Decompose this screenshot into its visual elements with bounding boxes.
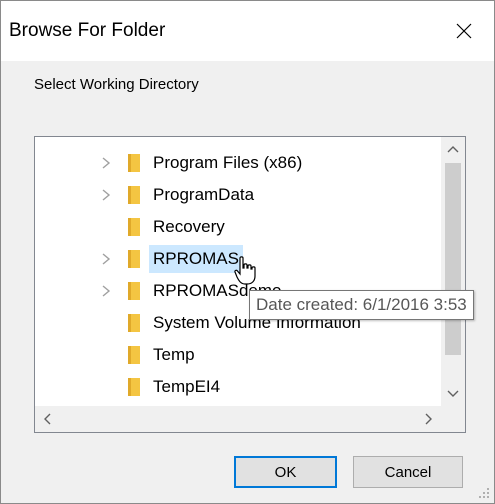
folder-icon (128, 314, 140, 332)
tree-item-label: Recovery (153, 217, 225, 236)
resize-grip-icon[interactable] (478, 487, 490, 499)
cancel-button[interactable]: Cancel (353, 456, 463, 488)
scroll-right-button[interactable] (417, 406, 441, 432)
hand-cursor-icon (234, 255, 258, 287)
browse-folder-dialog: Browse For Folder Select Working Directo… (0, 0, 495, 504)
scrollbar-corner (441, 406, 465, 432)
chevron-right-icon[interactable] (99, 283, 113, 299)
scroll-up-button[interactable] (441, 137, 465, 161)
tree-item-label: RPROMAS (153, 249, 239, 268)
dialog-title: Browse For Folder (9, 20, 166, 41)
vertical-scrollbar[interactable] (441, 137, 465, 406)
arrow-down-icon (447, 390, 459, 397)
tree-item-temp[interactable]: Temp (35, 339, 441, 371)
folder-icon (128, 154, 140, 172)
instruction-text: Select Working Directory (34, 76, 199, 93)
close-button[interactable] (434, 7, 494, 55)
folder-icon (128, 378, 140, 396)
scroll-down-button[interactable] (441, 382, 465, 406)
folder-icon (128, 186, 140, 204)
folder-icon (128, 346, 140, 364)
tree-item-label: Program Files (x86) (153, 153, 303, 172)
folder-icon (128, 282, 140, 300)
scroll-left-button[interactable] (35, 406, 59, 432)
arrow-left-icon (44, 413, 51, 425)
tree-item-programdata[interactable]: ProgramData (35, 179, 441, 211)
tree-item-program-files-x86[interactable]: Program Files (x86) (35, 147, 441, 179)
folder-icon (128, 218, 140, 236)
tree-item-label: Temp (153, 345, 195, 364)
date-created-tooltip: Date created: 6/1/2016 3:53 (249, 290, 474, 320)
chevron-right-icon[interactable] (99, 187, 113, 203)
tree-item-label: TempEI4 (153, 377, 221, 396)
close-icon (456, 23, 472, 39)
folder-icon (128, 250, 140, 268)
arrow-right-icon (425, 413, 432, 425)
tree-item-recovery[interactable]: Recovery (35, 211, 441, 243)
ok-button[interactable]: OK (234, 456, 337, 488)
vertical-scroll-thumb[interactable] (445, 163, 461, 355)
tree-item-label: ProgramData (153, 185, 255, 204)
tree-item-tempei4[interactable]: TempEI4 (35, 371, 441, 403)
arrow-up-icon (447, 146, 459, 153)
horizontal-scrollbar[interactable] (35, 406, 441, 432)
title-bar: Browse For Folder (1, 1, 494, 61)
chevron-right-icon[interactable] (99, 251, 113, 267)
chevron-right-icon[interactable] (99, 155, 113, 171)
